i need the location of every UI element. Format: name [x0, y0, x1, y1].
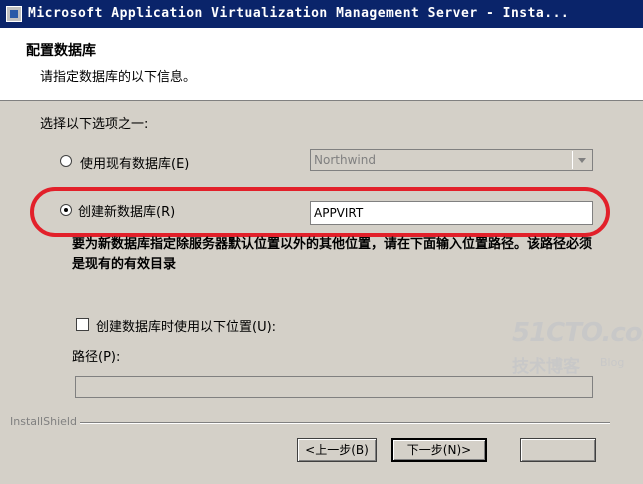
installshield-brand: InstallShield	[10, 415, 77, 428]
existing-db-value: Northwind	[314, 153, 376, 167]
watermark-tagline: 技术博客	[512, 357, 580, 377]
watermark-site: 51CTO.com	[512, 318, 643, 348]
use-existing-db-radio[interactable]	[60, 155, 72, 167]
path-label: 路径(P):	[72, 350, 121, 365]
use-existing-db-label[interactable]: 使用现有数据库(E)	[80, 153, 189, 172]
back-button[interactable]: <上一步(B)	[297, 438, 377, 462]
chevron-down-icon[interactable]	[572, 151, 591, 169]
existing-db-select[interactable]: Northwind	[310, 149, 593, 171]
watermark-blog: Blog	[600, 356, 625, 369]
window-title: Microsoft Application Virtualization Man…	[28, 6, 570, 21]
location-note: 要为新数据库指定除服务器默认位置以外的其他位置，请在下面输入位置路径。该路径必须…	[72, 237, 593, 272]
custom-location-label[interactable]: 创建数据库时使用以下位置(U):	[96, 316, 276, 335]
dialog-body: 选择以下选项之一: 使用现有数据库(E) Northwind 创建新数据库(R)…	[0, 101, 643, 484]
custom-location-checkbox[interactable]	[76, 318, 89, 331]
footer-divider	[80, 422, 610, 424]
cancel-button[interactable]	[520, 438, 596, 462]
page-title: 配置数据库	[26, 43, 96, 59]
options-prompt: 选择以下选项之一:	[40, 117, 149, 132]
watermark: 51CTO.com 技术博客 Blog	[508, 318, 643, 378]
highlight-annotation	[30, 187, 610, 237]
dialog-header: 配置数据库 请指定数据库的以下信息。	[0, 28, 643, 101]
page-subtitle: 请指定数据库的以下信息。	[40, 70, 197, 85]
title-bar: Microsoft Application Virtualization Man…	[0, 0, 643, 28]
path-input[interactable]	[75, 376, 593, 398]
app-icon	[6, 6, 22, 22]
next-button[interactable]: 下一步(N)>	[391, 438, 487, 462]
